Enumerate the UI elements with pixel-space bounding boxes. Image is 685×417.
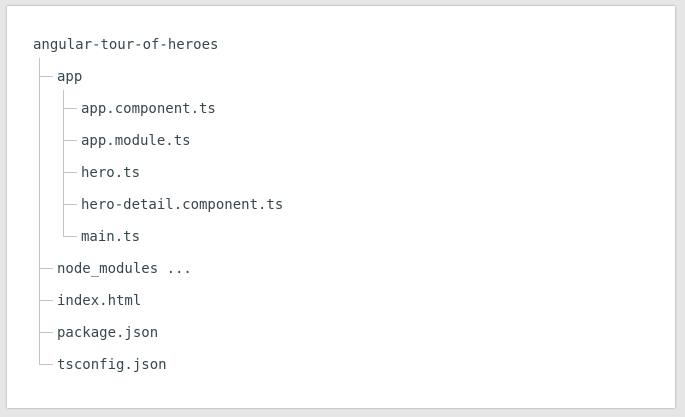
tree-file: hero.ts [81, 165, 141, 181]
tree-root-folder: angular-tour-of-heroes [33, 37, 219, 53]
tree-connector [63, 204, 77, 205]
tree-file: tsconfig.json [57, 357, 167, 373]
tree-connector [63, 140, 77, 141]
tree-folder-app: app [57, 69, 83, 85]
tree-file: app.component.ts [81, 101, 216, 117]
tree-file: hero-detail.component.ts [81, 197, 284, 213]
tree-connector [63, 108, 77, 109]
tree-connector [39, 332, 53, 333]
tree-connector [39, 268, 53, 269]
tree-file: main.ts [81, 229, 141, 245]
tree-file: package.json [57, 325, 159, 341]
tree-file: app.module.ts [81, 133, 191, 149]
file-tree: angular-tour-of-heroes app app.component… [7, 6, 675, 408]
tree-folder-node-modules: node_modules ... [57, 261, 192, 277]
tree-file: index.html [57, 293, 142, 309]
tree-connector-level1 [39, 58, 40, 364]
tree-connector [39, 364, 53, 365]
file-tree-panel: angular-tour-of-heroes app app.component… [7, 6, 675, 408]
tree-connector [63, 172, 77, 173]
tree-connector [63, 236, 77, 237]
tree-connector [39, 76, 53, 77]
tree-connector-level2 [63, 90, 64, 236]
tree-connector [39, 300, 53, 301]
